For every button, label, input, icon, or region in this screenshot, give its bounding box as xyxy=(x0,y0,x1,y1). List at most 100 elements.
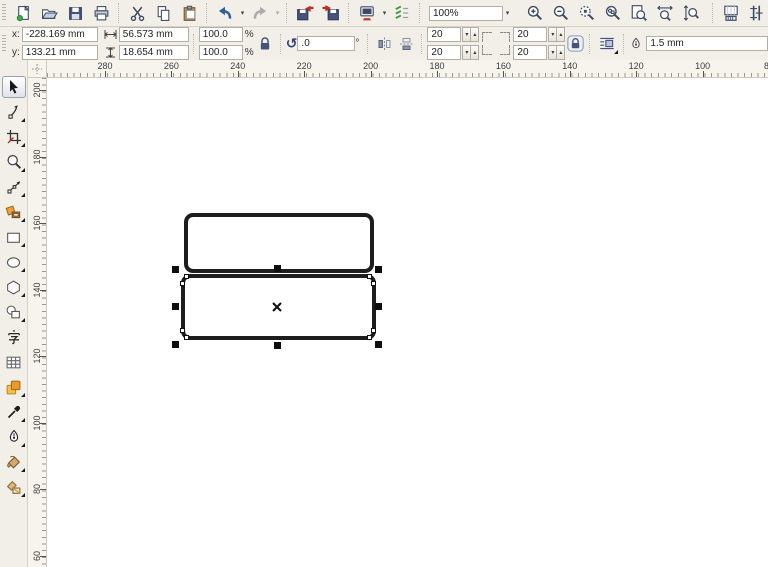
paste-button[interactable] xyxy=(176,2,202,24)
corner-node[interactable] xyxy=(184,335,189,340)
selection-handle-bottom-right[interactable] xyxy=(375,341,382,348)
h-ruler-label: 220 xyxy=(297,61,312,71)
lock-ratio-button[interactable] xyxy=(254,33,276,55)
object-height-input[interactable]: 18.654 mm xyxy=(119,45,189,60)
export-icon xyxy=(322,4,340,22)
corner-radius-bottom-left-input[interactable]: 20 xyxy=(427,45,461,60)
corner-node[interactable] xyxy=(367,335,372,340)
smart-fill-tool[interactable] xyxy=(2,201,26,223)
selection-handle-top-left[interactable] xyxy=(172,266,179,273)
shape-tool[interactable] xyxy=(2,101,26,123)
launcher-dropdown-button[interactable]: ▾ xyxy=(380,2,389,24)
v-ruler-major-tick xyxy=(40,90,46,91)
zoom-level-dropdown-button[interactable]: ▾ xyxy=(503,2,512,24)
mirror-horizontal-button[interactable] xyxy=(373,33,395,55)
polygon-tool[interactable] xyxy=(2,276,26,298)
redo-button[interactable] xyxy=(247,2,273,24)
scale-vertical-input[interactable]: 100.0 xyxy=(199,45,243,60)
wrap-text-button[interactable] xyxy=(595,33,619,55)
rectangle-tool[interactable] xyxy=(2,226,26,248)
freehand-tool[interactable] xyxy=(2,176,26,198)
zoom-to-page-button[interactable] xyxy=(626,2,652,24)
table-tool[interactable] xyxy=(2,351,26,373)
basic-shapes-tool[interactable] xyxy=(2,301,26,323)
undo-icon xyxy=(216,4,234,22)
fill-tool[interactable] xyxy=(2,451,26,473)
x-position-input[interactable]: -228.169 mm xyxy=(22,27,98,42)
rounded-rectangle-top[interactable] xyxy=(184,213,374,273)
redo-dropdown-button[interactable]: ▾ xyxy=(273,2,282,24)
save-button[interactable] xyxy=(62,2,88,24)
zoom-to-selected-button[interactable] xyxy=(574,2,600,24)
zoom-in-button[interactable] xyxy=(522,2,548,24)
vertical-ruler[interactable]: 2001801601401201008060 xyxy=(28,78,47,567)
application-launcher-button[interactable] xyxy=(354,2,380,24)
corner-radius-bottom-right-spinner[interactable]: ▾▴ xyxy=(549,45,565,60)
text-tool[interactable] xyxy=(2,326,26,348)
blend-tool[interactable] xyxy=(2,376,26,398)
zoom-to-all-objects-button[interactable] xyxy=(600,2,626,24)
y-position-input[interactable]: 133.21 mm xyxy=(22,45,98,60)
print-button[interactable] xyxy=(88,2,114,24)
selection-handle-top-center[interactable] xyxy=(274,265,281,272)
color-eyedropper-tool[interactable] xyxy=(2,401,26,423)
undo-button[interactable] xyxy=(212,2,238,24)
pick-tool[interactable] xyxy=(2,76,26,98)
corner-radius-top-left-spinner[interactable]: ▾▴ xyxy=(463,27,479,42)
outline-width-combo[interactable]: 1.5 mm xyxy=(646,36,768,51)
zoom-tool[interactable] xyxy=(2,151,26,173)
property-separator xyxy=(367,34,369,54)
show-guides-button[interactable] xyxy=(744,2,768,24)
show-guides-icon xyxy=(748,4,766,22)
round-corners-together-button[interactable] xyxy=(565,33,585,55)
ruler-origin-corner[interactable] xyxy=(28,60,47,78)
drawing-canvas[interactable] xyxy=(47,78,768,567)
selection-handle-middle-right[interactable] xyxy=(375,303,382,310)
zoom-to-page-width-button[interactable] xyxy=(652,2,678,24)
object-width-input[interactable]: 56.573 mm xyxy=(119,27,189,42)
selection-handle-top-right[interactable] xyxy=(375,266,382,273)
mirror-vertical-button[interactable] xyxy=(395,33,417,55)
v-ruler-major-tick xyxy=(40,290,46,291)
corner-radius-top-left-value: 20 xyxy=(431,29,442,40)
new-document-button[interactable] xyxy=(10,2,36,24)
corner-node[interactable] xyxy=(180,281,185,286)
corner-radius-top-right-spinner[interactable]: ▾▴ xyxy=(549,27,565,42)
corner-node[interactable] xyxy=(371,328,376,333)
selection-center-marker[interactable] xyxy=(272,302,282,312)
selection-handle-bottom-left[interactable] xyxy=(172,341,179,348)
rotation-angle-input[interactable]: .0 xyxy=(297,36,355,51)
corner-radius-top-right-input[interactable]: 20 xyxy=(513,27,547,42)
corner-node[interactable] xyxy=(184,274,189,279)
full-screen-preview-button[interactable] xyxy=(718,2,744,24)
corner-node[interactable] xyxy=(371,281,376,286)
crop-tool[interactable] xyxy=(2,126,26,148)
cut-button[interactable] xyxy=(124,2,150,24)
corner-node[interactable] xyxy=(180,328,185,333)
whats-new-button[interactable] xyxy=(389,2,415,24)
toolbar-grip[interactable] xyxy=(2,4,6,22)
horizontal-ruler[interactable]: 28026024022020018016014012010080 xyxy=(47,60,768,78)
copy-button[interactable] xyxy=(150,2,176,24)
toolbar-separator xyxy=(348,3,350,23)
basic-shapes-tool-flyout xyxy=(21,318,25,322)
selection-handle-bottom-center[interactable] xyxy=(274,342,281,349)
zoom-out-button[interactable] xyxy=(548,2,574,24)
export-button[interactable] xyxy=(318,2,344,24)
outline-pen-tool[interactable] xyxy=(2,426,26,448)
import-button[interactable] xyxy=(292,2,318,24)
open-button[interactable] xyxy=(36,2,62,24)
selection-handle-middle-left[interactable] xyxy=(172,303,179,310)
zoom-to-page-height-button[interactable] xyxy=(678,2,704,24)
property-bar-grip[interactable] xyxy=(2,35,6,53)
corner-radius-top-left-input[interactable]: 20 xyxy=(427,27,461,42)
scale-horizontal-input[interactable]: 100.0 xyxy=(199,27,243,42)
ellipse-tool[interactable] xyxy=(2,251,26,273)
corner-radius-bottom-left-spinner[interactable]: ▾▴ xyxy=(463,45,479,60)
interactive-fill-tool[interactable] xyxy=(2,476,26,498)
zoom-level-combo[interactable]: 100% xyxy=(429,6,503,21)
undo-dropdown-button[interactable]: ▾ xyxy=(238,2,247,24)
corner-radius-bottom-right-input[interactable]: 20 xyxy=(513,45,547,60)
application-launcher-icon xyxy=(358,4,376,22)
corner-node[interactable] xyxy=(367,274,372,279)
